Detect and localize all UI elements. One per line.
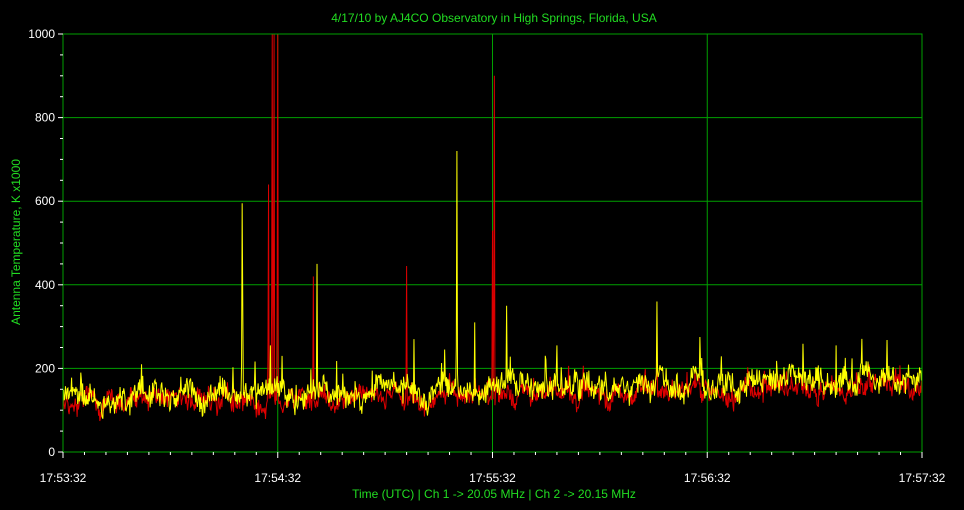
chart-title: 4/17/10 by AJ4CO Observatory in High Spr… xyxy=(331,11,656,25)
x-tick-label: 17:53:32 xyxy=(40,471,87,485)
y-tick-label: 0 xyxy=(48,445,55,459)
y-tick-label: 200 xyxy=(35,361,55,375)
y-tick-label: 600 xyxy=(35,194,55,208)
x-tick-label: 17:54:32 xyxy=(254,471,301,485)
y-axis-label: Antenna Temperature, K x1000 xyxy=(9,159,23,325)
x-tick-label: 17:55:32 xyxy=(469,471,516,485)
x-tick-label: 17:56:32 xyxy=(684,471,731,485)
y-tick-label: 1000 xyxy=(28,27,55,41)
chart-background xyxy=(0,0,964,510)
x-axis-label: Time (UTC) | Ch 1 -> 20.05 MHz | Ch 2 ->… xyxy=(352,487,636,501)
chart: 0 200 400 600 800 1000 17:53:32 17:54:32 17:55:… xyxy=(0,0,964,510)
y-tick-label: 800 xyxy=(35,111,55,125)
x-tick-label: 17:57:32 xyxy=(899,471,946,485)
y-tick-label: 400 xyxy=(35,278,55,292)
